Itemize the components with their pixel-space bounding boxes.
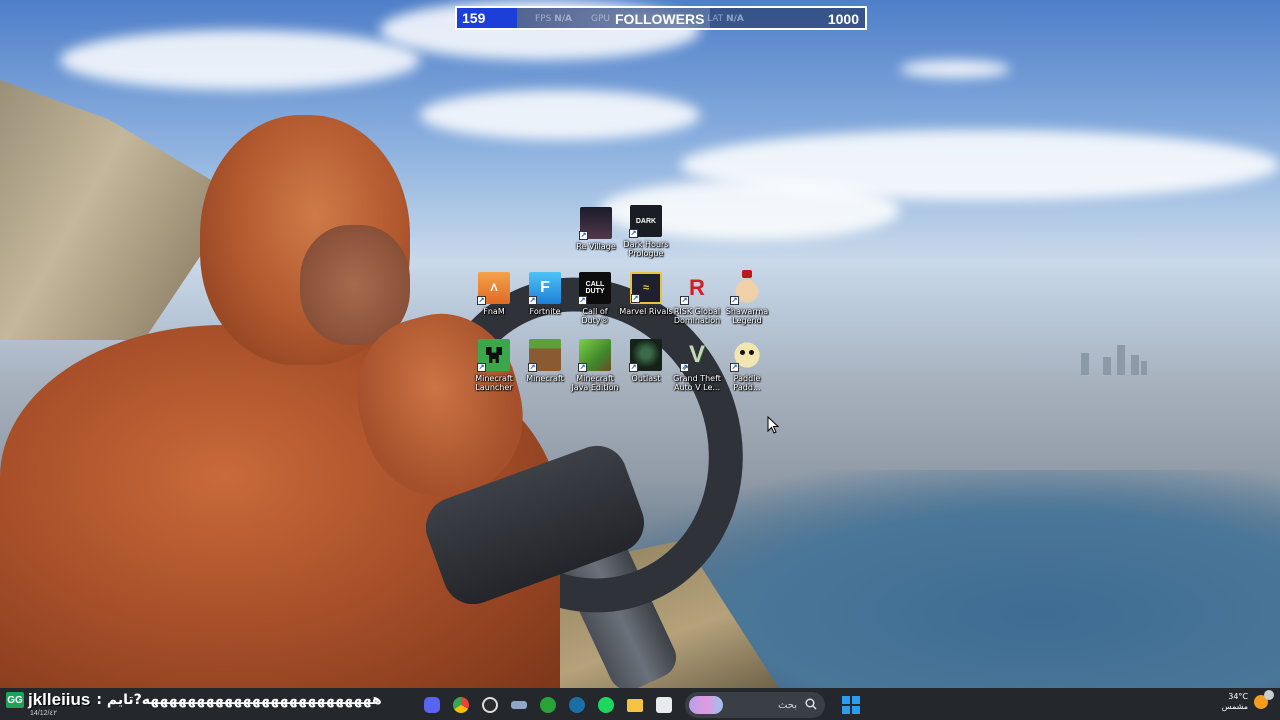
dark-hours-icon: DARK ↗ (629, 205, 662, 238)
followers-count: 159 (457, 8, 517, 28)
weather-widget[interactable]: 34°C مشمس (1222, 690, 1274, 712)
followers-title: FOLLOWERS (615, 11, 705, 27)
fortnite-icon: F ↗ (528, 272, 561, 305)
followers-count-value: 159 (462, 10, 486, 26)
chat-username: jklleiius (28, 690, 91, 709)
gta-v-icon: V ↗ (680, 341, 705, 372)
followers-goal: 1000 (827, 11, 859, 27)
paddle-paddle-icon: ↗ (730, 339, 763, 372)
weather-temperature: 34°C (1228, 692, 1248, 701)
desktop-icon-minecraft[interactable]: ↗ Minecraft (518, 339, 572, 383)
taskbar-apps: بحث (420, 692, 862, 718)
weather-condition: مشمس (1221, 702, 1248, 711)
city-skyline (1075, 335, 1155, 375)
desktop-icon-label: Re Village (576, 242, 616, 251)
lat-value: N/A (726, 14, 744, 24)
call-of-duty-icon: CALL DUTY ↗ (578, 272, 611, 305)
stream-chat-line: GG jklleiius : ههههههههههههههههههههههههه… (6, 690, 382, 710)
boat-icon[interactable] (507, 693, 531, 717)
lat-readout: LAT N/A (707, 14, 744, 24)
fps-readout: FPS N/A (535, 14, 572, 24)
risk-icon: R ↗ (680, 275, 705, 305)
desktop-icon-dark-hours[interactable]: DARK ↗ Dark Hours Prologue (619, 205, 673, 258)
desktop-icon-label: Minecraft (526, 374, 564, 383)
fnaf-icon: Λ ↗ (477, 272, 510, 305)
desktop-icon-fortnite[interactable]: F ↗ Fortnite (518, 272, 572, 316)
desktop-icon-label: Shawarma Legend (725, 307, 769, 325)
desktop-icon-label: Dark Hours Prologue (623, 240, 669, 258)
desktop-icon-label: Grand Theft Auto V Le... (673, 374, 721, 392)
search-icon (805, 698, 817, 710)
desktop-icon-label: FnaM (483, 307, 505, 316)
desktop-icon-shawarma[interactable]: ↗ Shawarma Legend (720, 270, 774, 325)
minecraft-java-icon: ↗ (578, 339, 611, 372)
search-placeholder: بحث (777, 699, 797, 711)
desktop-icon-label: Paddle Padd... (733, 374, 761, 392)
store-icon[interactable] (652, 693, 676, 717)
desktop-icon-label: Fortnite (529, 307, 561, 316)
shawarma-legend-icon: ↗ (730, 270, 763, 305)
cloud (60, 30, 420, 90)
mouse-cursor-icon (767, 416, 779, 434)
taskbar-search[interactable]: بحث (685, 692, 825, 718)
cloud (900, 60, 1010, 78)
desktop-icon-label: Marvel Rivals (619, 307, 673, 316)
obs-icon[interactable] (478, 693, 502, 717)
taskbar-date: 14/12/٤٢ (30, 710, 57, 717)
desktop-icon-gta[interactable]: V ↗ Grand Theft Auto V Le... (670, 339, 724, 392)
chat-message: : هههههههههههههههههههههههههه?تايم (96, 692, 382, 708)
desktop-icon-re-village[interactable]: ↗ Re Village (569, 207, 623, 251)
taskbar: GG jklleiius : ههههههههههههههههههههههههه… (0, 688, 1280, 720)
lat-label: LAT (707, 14, 724, 24)
desktop-icon-label: Minecraft Launcher (475, 374, 513, 392)
desktop-icon-paddle[interactable]: ↗ Paddle Padd... (720, 339, 774, 392)
desktop-icon-label: Minecraft Java Edition (571, 374, 619, 392)
followers-goal-bar: 159 FPS N/A GPU FOLLOWERS LAT N/A 1000 (455, 6, 867, 30)
desktop-icon-label: RISK Global Domination (673, 307, 721, 325)
notification-icon (1264, 690, 1274, 700)
gpu-label: GPU (591, 14, 610, 24)
desktop-icon-fnaf[interactable]: Λ ↗ FnaM (467, 272, 521, 316)
windows-start-icon[interactable] (840, 694, 862, 716)
xbox-icon[interactable] (536, 693, 560, 717)
minecraft-icon: ↗ (528, 339, 561, 372)
desktop-icon-marvel-rivals[interactable]: ≈ ↗ Marvel Rivals (619, 272, 673, 316)
fps-label: FPS (535, 14, 552, 24)
spotify-icon[interactable] (594, 693, 618, 717)
fps-value: N/A (554, 14, 572, 24)
chat-badge: GG (6, 692, 24, 708)
marvel-rivals-icon: ≈ ↗ (630, 272, 662, 304)
minecraft-launcher-icon: ↗ (477, 339, 510, 372)
weather-text: 34°C مشمس (1222, 692, 1248, 712)
desktop-icon-label: Outlast (631, 374, 661, 383)
search-highlight-art (689, 696, 723, 714)
discord-icon[interactable] (420, 693, 444, 717)
file-explorer-icon[interactable] (623, 693, 647, 717)
desktop-icon-label: Call of Duty® (581, 307, 609, 325)
re-village-icon: ↗ (579, 207, 612, 240)
outlast-icon: ↗ (629, 339, 662, 372)
steam-icon[interactable] (565, 693, 589, 717)
desktop-icon-call-of-duty[interactable]: CALL DUTY ↗ Call of Duty® (568, 272, 622, 325)
desktop-icon-minecraft-launcher[interactable]: ↗ Minecraft Launcher (467, 339, 521, 392)
desktop-icon-outlast[interactable]: ↗ Outlast (619, 339, 673, 383)
desktop-icon-risk[interactable]: R ↗ RISK Global Domination (670, 272, 724, 325)
desktop-icon-minecraft-java[interactable]: ↗ Minecraft Java Edition (568, 339, 622, 392)
chrome-icon[interactable] (449, 693, 473, 717)
